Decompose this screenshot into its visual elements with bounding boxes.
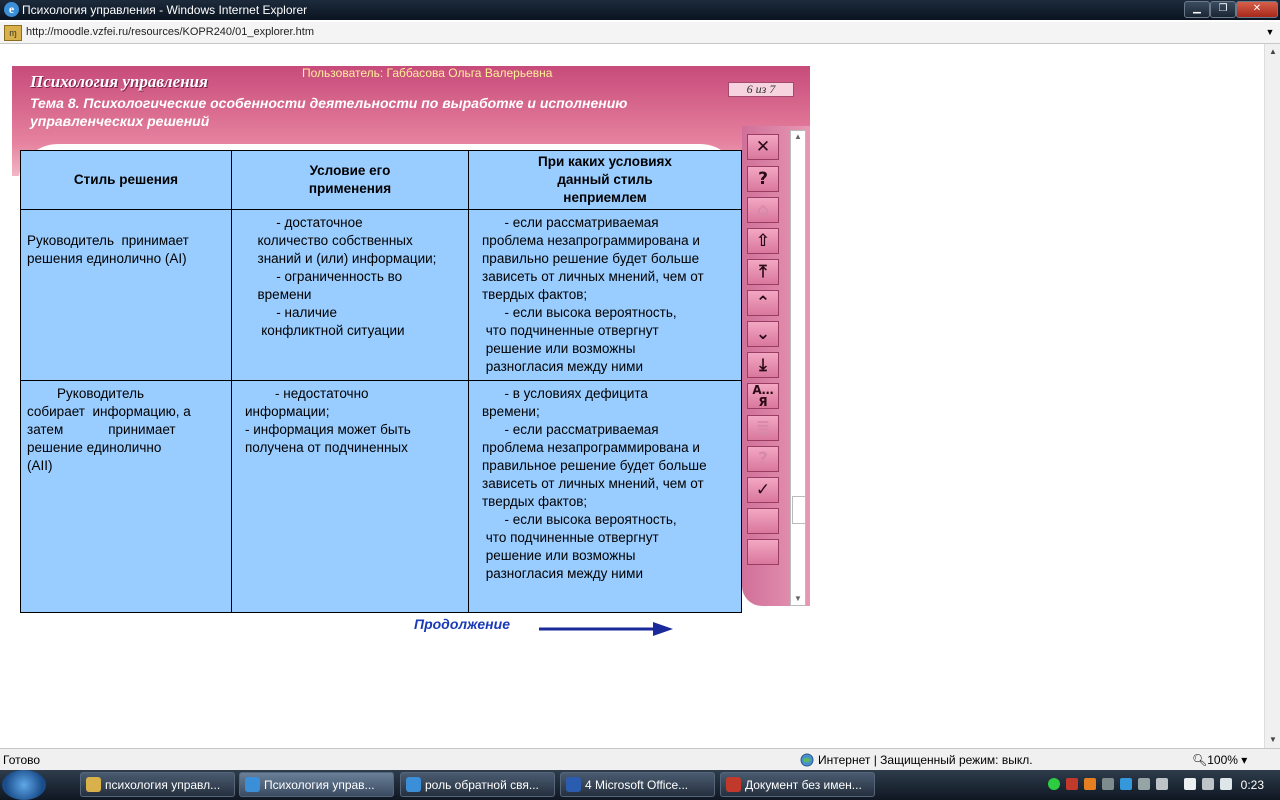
security-zone[interactable]: Интернет | Защищенный режим: выкл. bbox=[800, 753, 1033, 767]
topic-title: Тема 8. Психологические особенности деят… bbox=[30, 95, 628, 129]
app-tray-icon[interactable] bbox=[1084, 778, 1096, 790]
network-icon[interactable] bbox=[1048, 778, 1060, 790]
status-text: Готово bbox=[3, 753, 41, 767]
scroll-up-icon[interactable]: ▲ bbox=[791, 131, 805, 143]
ie-icon: e bbox=[4, 2, 19, 17]
address-dropdown-icon[interactable]: ▼ bbox=[1264, 25, 1276, 39]
battery-icon[interactable] bbox=[1184, 778, 1196, 790]
security-icon[interactable] bbox=[1138, 778, 1150, 790]
scroll-down-icon[interactable]: ▼ bbox=[791, 593, 805, 605]
ie-icon bbox=[406, 777, 421, 792]
taskbar-item[interactable]: Психология управ... bbox=[239, 772, 394, 797]
ie-icon bbox=[245, 777, 260, 792]
table-row: Руководитель собирает информацию, а зате… bbox=[20, 380, 742, 613]
zoom-level: 100% bbox=[1207, 753, 1238, 767]
table-cell: - достаточное количество собственных зна… bbox=[231, 209, 469, 381]
page-icon: ɱ bbox=[4, 25, 22, 41]
page-counter: 6 из 7 bbox=[728, 82, 794, 97]
close-icon[interactable]: ✕ bbox=[747, 134, 779, 160]
table-header: Стиль решения bbox=[20, 150, 232, 210]
address-bar[interactable]: ɱ http://moodle.vzfei.ru/resources/KOPR2… bbox=[0, 22, 1280, 44]
taskbar-item-label: роль обратной свя... bbox=[425, 778, 539, 792]
scroll-thumb[interactable] bbox=[792, 496, 806, 524]
window-title-bar: e Психология управления - Windows Intern… bbox=[0, 0, 1280, 20]
continue-link[interactable]: Продолжение bbox=[414, 616, 510, 632]
table-cell: Руководитель собирает информацию, а зате… bbox=[20, 380, 232, 613]
maximize-button[interactable]: ❐ bbox=[1210, 1, 1236, 18]
arrow-right-icon[interactable] bbox=[539, 622, 675, 636]
taskbar-item-label: 4 Microsoft Office... bbox=[585, 778, 689, 792]
course-name: Психология управления bbox=[30, 72, 208, 91]
table-cell: Руководитель принимает решения единоличн… bbox=[20, 209, 232, 381]
page-content: Психология управления Пользователь: Габб… bbox=[0, 44, 1264, 748]
monitor-icon[interactable] bbox=[1202, 778, 1214, 790]
user-label: Пользователь: Габбасова Ольга Валерьевна bbox=[302, 66, 553, 80]
frame-scrollbar[interactable]: ▲ ▼ bbox=[790, 130, 806, 606]
arrow-up-bold-icon[interactable]: ⇧ bbox=[747, 228, 779, 254]
blank-button-1[interactable] bbox=[747, 508, 779, 534]
volume-icon[interactable] bbox=[1156, 778, 1168, 790]
taskbar-item[interactable]: психология управл... bbox=[80, 772, 235, 797]
help-icon[interactable]: ? bbox=[747, 166, 779, 192]
device-icon[interactable] bbox=[1102, 778, 1114, 790]
document-icon[interactable]: ≣ bbox=[747, 415, 779, 441]
arrow-bottom-icon[interactable]: ⤓ bbox=[747, 352, 779, 378]
word-icon bbox=[566, 777, 581, 792]
start-button[interactable] bbox=[2, 770, 46, 800]
speaker-icon[interactable] bbox=[1220, 778, 1232, 790]
home-icon[interactable]: ⌂ bbox=[747, 197, 779, 223]
table-header: Условие его применения bbox=[231, 150, 469, 210]
address-url[interactable]: http://moodle.vzfei.ru/resources/KOPR240… bbox=[26, 26, 314, 38]
zoom-icon: 🔍︎ bbox=[1192, 753, 1208, 767]
chevron-down-icon[interactable]: ⌄ bbox=[747, 321, 779, 347]
taskbar-item-label: Психология управ... bbox=[264, 778, 375, 792]
taskbar: психология управл... Психология управ... р… bbox=[0, 770, 1280, 800]
bluetooth-icon[interactable] bbox=[1120, 778, 1132, 790]
zone-label: Интернет | Защищенный режим: выкл. bbox=[818, 753, 1033, 767]
page-scrollbar[interactable]: ▲ ▼ bbox=[1264, 44, 1280, 748]
check-icon[interactable]: ✓ bbox=[747, 477, 779, 503]
close-window-button[interactable]: ✕ bbox=[1236, 1, 1278, 18]
folder-icon bbox=[86, 777, 101, 792]
window-title: Психология управления - Windows Internet… bbox=[22, 3, 308, 17]
globe-icon bbox=[800, 753, 814, 767]
minimize-button[interactable]: ▁ bbox=[1184, 1, 1210, 18]
blank-button-2[interactable] bbox=[747, 539, 779, 565]
table-row: Руководитель принимает решения единоличн… bbox=[20, 209, 742, 381]
taskbar-item-label: психология управл... bbox=[105, 778, 221, 792]
taskbar-item[interactable]: 4 Microsoft Office... bbox=[560, 772, 715, 797]
scroll-down-icon[interactable]: ▼ bbox=[1265, 732, 1280, 748]
chevron-up-icon[interactable]: ⌃ bbox=[747, 290, 779, 316]
zoom-control[interactable]: 🔍︎100% ▾ bbox=[1192, 753, 1247, 767]
decision-style-table: Стиль решения Условие его применения При… bbox=[20, 150, 742, 613]
table-header: При каких условиях данный стиль неприемл… bbox=[468, 150, 742, 210]
system-tray: 0:23 bbox=[1044, 770, 1280, 800]
status-bar: Готово Интернет | Защищенный режим: выкл… bbox=[0, 748, 1280, 771]
antivirus-icon[interactable] bbox=[1066, 778, 1078, 790]
app-icon bbox=[726, 777, 741, 792]
glossary-icon[interactable]: А…Я bbox=[747, 383, 779, 409]
scroll-up-icon[interactable]: ▲ bbox=[1265, 44, 1280, 60]
taskbar-item[interactable]: Документ без имен... bbox=[720, 772, 875, 797]
taskbar-item[interactable]: роль обратной свя... bbox=[400, 772, 555, 797]
table-cell: - в условиях дефицита времени; - если ра… bbox=[468, 380, 742, 613]
quiz-icon[interactable]: ? bbox=[747, 446, 779, 472]
table-cell: - если рассматриваемая проблема незапрог… bbox=[468, 209, 742, 381]
arrow-top-icon[interactable]: ⤒ bbox=[747, 259, 779, 285]
clock[interactable]: 0:23 bbox=[1241, 778, 1264, 792]
table-cell: - недостаточно информации; - информация … bbox=[231, 380, 469, 613]
taskbar-item-label: Документ без имен... bbox=[745, 778, 862, 792]
